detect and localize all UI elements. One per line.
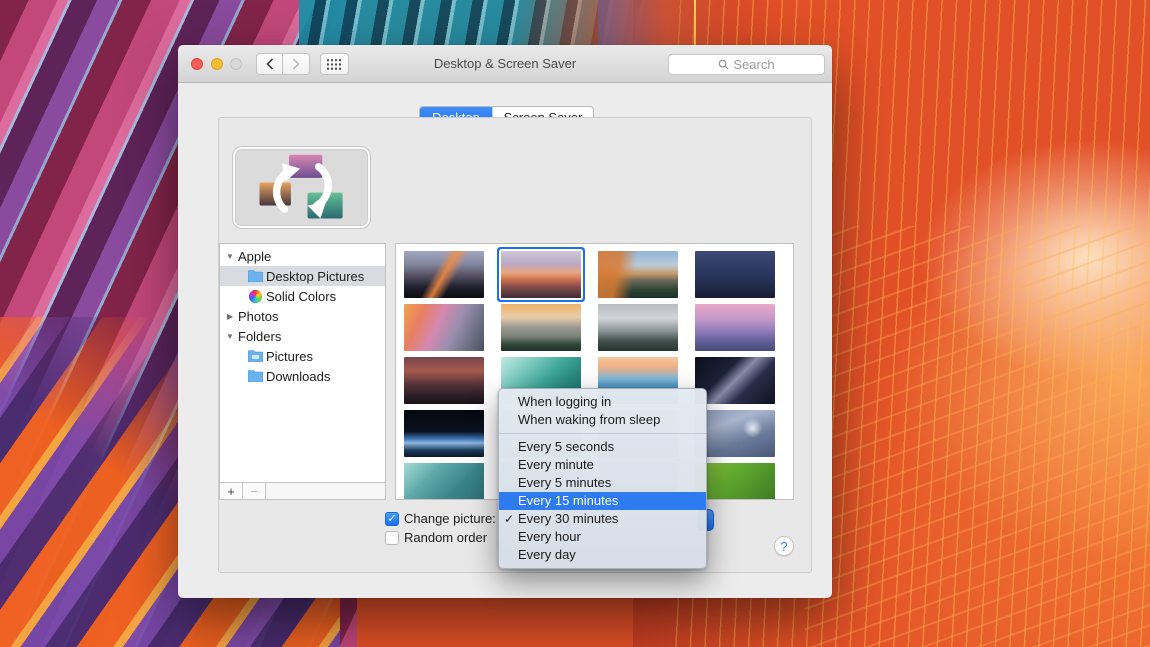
color-wheel-icon: [249, 290, 262, 303]
menu-separator: [499, 433, 706, 434]
interval-menu: When logging in When waking from sleep E…: [498, 388, 707, 569]
source-list: ▼ Apple Desktop Pictures Solid Colors ▶ …: [219, 243, 386, 500]
wallpaper-thumbnail-yosemite-fog[interactable]: [598, 304, 678, 351]
menu-item-every-5-minutes[interactable]: Every 5 minutes: [499, 474, 706, 492]
menu-item-label: Every 30 minutes: [518, 511, 618, 526]
wallpaper-contour-lines-lower: [805, 226, 1150, 647]
wallpaper-thumbnail-sierra-peak[interactable]: [404, 251, 484, 298]
source-list-rows: ▼ Apple Desktop Pictures Solid Colors ▶ …: [220, 246, 385, 386]
help-button[interactable]: ?: [774, 536, 794, 556]
wallpaper-thumbnail-el-capitan-meadow[interactable]: [501, 304, 581, 351]
rotating-pictures-icon: [250, 152, 354, 224]
menu-item-every-day[interactable]: Every day: [499, 546, 706, 564]
menu-item-when-logging-in[interactable]: When logging in: [499, 393, 706, 411]
wallpaper-thumbnail-moon-clouds[interactable]: [695, 410, 775, 457]
random-order-row[interactable]: Random order: [385, 530, 487, 545]
wallpaper-preview-well: [233, 147, 370, 228]
sidebar-item-label: Desktop Pictures: [266, 269, 364, 284]
title-bar[interactable]: Desktop & Screen Saver Search: [178, 45, 832, 83]
sidebar-item-pictures[interactable]: Pictures: [220, 346, 385, 366]
menu-item-when-waking-from-sleep[interactable]: When waking from sleep: [499, 411, 706, 429]
wallpaper-thumbnail-lake-rocks-dusk[interactable]: [404, 357, 484, 404]
change-picture-checkbox[interactable]: ✓: [385, 512, 399, 526]
random-order-label: Random order: [404, 530, 487, 545]
search-input[interactable]: Search: [668, 54, 825, 75]
add-folder-button[interactable]: +: [220, 483, 243, 499]
sidebar-item-label: Pictures: [266, 349, 313, 364]
source-list-footer: + −: [220, 482, 385, 499]
wallpaper-thumbnail-el-capitan-valley[interactable]: [598, 251, 678, 298]
sidebar-group-label: Folders: [238, 329, 281, 344]
wallpaper-thumbnail-sierra-ridge-sunset-selected[interactable]: [501, 251, 581, 298]
checkmark-icon: ✓: [504, 510, 514, 528]
sidebar-group-label: Apple: [238, 249, 271, 264]
wallpaper-thumbnail-earth-horizon[interactable]: [404, 410, 484, 457]
sidebar-item-downloads[interactable]: Downloads: [220, 366, 385, 386]
wallpaper-thumbnail-teal-clouds[interactable]: [404, 463, 484, 500]
menu-item-every-5-seconds[interactable]: Every 5 seconds: [499, 438, 706, 456]
sidebar-item-solid-colors[interactable]: Solid Colors: [220, 286, 385, 306]
wallpaper-thumbnail-alpenglow-peaks[interactable]: [695, 304, 775, 351]
folder-icon: [248, 370, 263, 382]
wallpaper-thumbnail-half-dome-sunset[interactable]: [404, 304, 484, 351]
wallpaper-thumbnail-rice-fields[interactable]: [695, 463, 775, 500]
menu-item-every-minute[interactable]: Every minute: [499, 456, 706, 474]
random-order-checkbox[interactable]: [385, 531, 399, 545]
remove-folder-button[interactable]: −: [243, 483, 266, 499]
wallpaper-thumbnail-half-dome-night[interactable]: [695, 251, 775, 298]
menu-item-every-hour[interactable]: Every hour: [499, 528, 706, 546]
menu-item-every-30-minutes-current[interactable]: ✓ Every 30 minutes: [499, 510, 706, 528]
triangle-down-icon[interactable]: ▼: [225, 332, 235, 341]
triangle-right-icon[interactable]: ▶: [225, 312, 235, 321]
sidebar-group-apple[interactable]: ▼ Apple: [220, 246, 385, 266]
wallpaper-thumbnail-galaxy[interactable]: [695, 357, 775, 404]
sidebar-item-label: Solid Colors: [266, 289, 336, 304]
wallpaper-yellow-streak: [694, 0, 696, 48]
change-picture-label: Change picture:: [404, 511, 496, 526]
folder-icon: [248, 270, 263, 282]
change-picture-row[interactable]: ✓ Change picture:: [385, 511, 496, 526]
sidebar-item-label: Downloads: [266, 369, 330, 384]
sidebar-group-folders[interactable]: ▼ Folders: [220, 326, 385, 346]
sidebar-group-photos[interactable]: ▶ Photos: [220, 306, 385, 326]
sidebar-group-label: Photos: [238, 309, 278, 324]
menu-item-every-15-minutes-highlighted[interactable]: Every 15 minutes: [499, 492, 706, 510]
sidebar-item-desktop-pictures[interactable]: Desktop Pictures: [220, 266, 385, 286]
preferences-window: Desktop & Screen Saver Search Desktop Sc…: [178, 45, 832, 598]
search-placeholder: Search: [733, 57, 774, 72]
folder-pictures-icon: [248, 350, 263, 362]
triangle-down-icon[interactable]: ▼: [225, 252, 235, 261]
search-icon: [718, 59, 729, 70]
